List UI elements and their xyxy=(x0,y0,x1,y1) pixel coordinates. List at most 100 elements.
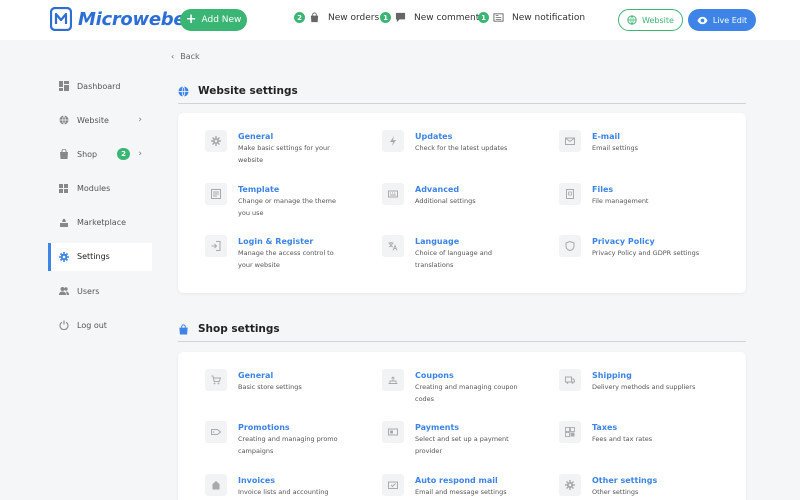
microweber-logo-icon xyxy=(50,7,72,31)
settings-item-language[interactable]: Language Choice of language and translati… xyxy=(382,235,527,271)
settings-item-files[interactable]: Files File management xyxy=(559,183,704,207)
shop-settings-card: General Basic store settings Coupons Creat… xyxy=(178,352,746,500)
item-desc: Privacy Policy and GDPR settings xyxy=(592,249,700,257)
item-title: General xyxy=(238,371,274,380)
item-title: Auto respond mail xyxy=(415,476,498,485)
website-button[interactable]: Website xyxy=(618,9,683,31)
login-icon xyxy=(211,241,221,251)
keyboard-icon xyxy=(388,190,398,198)
payment-icon xyxy=(388,428,398,436)
item-desc: File management xyxy=(592,197,649,205)
new-notification-notification[interactable]: 1 New notification xyxy=(478,12,585,23)
item-title: General xyxy=(238,132,274,141)
sidebar-item-modules[interactable]: Modules xyxy=(48,175,152,203)
shop-item-general[interactable]: General Basic store settings xyxy=(205,369,350,393)
shop-item-invoices[interactable]: Invoices Invoice lists and accounting xyxy=(205,474,350,498)
logo[interactable]: Microweber xyxy=(50,7,194,31)
sidebar-item-label: Marketplace xyxy=(77,218,127,228)
sidebar-item-label: Users xyxy=(77,286,100,296)
settings-item-template[interactable]: Template Change or manage the theme you u… xyxy=(205,183,350,219)
marketplace-icon xyxy=(60,218,68,227)
settings-item-advanced[interactable]: Advanced Additional settings xyxy=(382,183,527,207)
website-label: Website xyxy=(642,15,674,25)
cart-icon xyxy=(211,375,221,385)
globe-icon xyxy=(627,15,637,25)
sidebar-item-log-out[interactable]: Log out xyxy=(48,311,152,339)
chevron-left-icon: ‹ xyxy=(171,52,175,61)
new-comment-notification[interactable]: 1 New comment xyxy=(380,12,479,23)
flash-icon xyxy=(390,136,396,146)
item-title: E-mail xyxy=(592,132,621,141)
item-title: Template xyxy=(238,185,280,194)
coupon-icon xyxy=(388,376,398,384)
sidebar-item-settings[interactable]: Settings xyxy=(48,242,152,271)
comment-icon xyxy=(395,12,406,23)
shield-icon xyxy=(565,241,575,251)
back-label: Back xyxy=(180,52,200,61)
item-desc: Additional settings xyxy=(415,197,476,205)
sidebar-item-dashboard[interactable]: Dashboard xyxy=(48,72,152,100)
logo-text: Microweber xyxy=(78,8,194,30)
item-desc: Check for the latest updates xyxy=(415,144,508,152)
shop-item-shipping[interactable]: Shipping Delivery methods and suppliers xyxy=(559,369,704,393)
shop-count-badge: 2 xyxy=(117,148,130,161)
item-desc: Choice of language and translations xyxy=(415,249,492,269)
sidebar-item-shop[interactable]: Shop 2 › xyxy=(48,140,152,168)
shop-item-other-settings[interactable]: Other settings Other settings xyxy=(559,474,704,498)
top-header: Microweber + Add New 2 New orders 1 New … xyxy=(0,0,800,40)
settings-item-privacy-policy[interactable]: Privacy Policy Privacy Policy and GDPR se… xyxy=(559,235,704,259)
gear-icon xyxy=(211,136,221,146)
item-desc: Email settings xyxy=(592,144,639,152)
shop-item-promotions[interactable]: Promotions Creating and managing promo ca… xyxy=(205,421,350,457)
item-desc: Other settings xyxy=(592,488,639,496)
shop-item-payments[interactable]: Payments Select and set up a payment prov… xyxy=(382,421,527,457)
website-settings-title: Website settings xyxy=(198,85,298,97)
website-settings-heading: Website settings xyxy=(178,85,298,97)
settings-item-updates[interactable]: Updates Check for the latest updates xyxy=(382,130,527,154)
gear-icon xyxy=(59,251,69,262)
sidebar-item-marketplace[interactable]: Marketplace xyxy=(48,209,152,237)
settings-item-general[interactable]: General Make basic settings for your webs… xyxy=(205,130,350,166)
new-comment-label: New comment xyxy=(414,12,480,23)
gear-icon xyxy=(565,480,575,490)
sidebar-item-label: Log out xyxy=(77,320,107,330)
plus-icon: + xyxy=(185,12,197,27)
email-icon xyxy=(565,137,575,145)
shop-item-auto-respond-mail[interactable]: Auto respond mail Email and message setti… xyxy=(382,474,527,498)
add-new-button[interactable]: + Add New xyxy=(180,9,247,31)
sidebar-item-users[interactable]: Users xyxy=(48,277,152,305)
item-title: Invoices xyxy=(238,476,276,485)
shop-settings-heading: Shop settings xyxy=(178,323,280,335)
item-title: Files xyxy=(592,185,614,194)
item-title: Other settings xyxy=(592,476,658,485)
files-icon xyxy=(566,189,574,199)
new-orders-notification[interactable]: 2 New orders xyxy=(294,12,379,23)
notification-count-badge: 1 xyxy=(478,12,489,23)
shop-item-taxes[interactable]: Taxes Fees and tax rates xyxy=(559,421,704,445)
item-desc: Creating and managing promo campaigns xyxy=(238,435,338,455)
item-desc: Invoice lists and accounting xyxy=(238,488,329,496)
item-desc: Manage the access control to your websit… xyxy=(238,249,334,269)
sidebar-item-label: Settings xyxy=(77,252,110,262)
shop-item-coupons[interactable]: Coupons Creating and managing coupon code… xyxy=(382,369,527,405)
back-link[interactable]: ‹ Back xyxy=(171,52,200,61)
shopping-bag-icon xyxy=(60,149,68,160)
taxes-icon xyxy=(565,427,575,437)
template-icon xyxy=(211,189,221,199)
item-desc: Email and message settings xyxy=(415,488,507,496)
item-title: Promotions xyxy=(238,423,290,432)
live-edit-button[interactable]: Live Edit xyxy=(688,9,756,31)
sidebar-item-label: Shop xyxy=(77,149,98,159)
website-settings-card: General Make basic settings for your webs… xyxy=(178,113,746,293)
shop-settings-title: Shop settings xyxy=(198,323,280,335)
settings-item-email[interactable]: E-mail Email settings xyxy=(559,130,704,154)
settings-item-login-register[interactable]: Login & Register Manage the access contro… xyxy=(205,235,350,271)
sidebar-item-label: Modules xyxy=(77,184,111,194)
sidebar-item-website[interactable]: Website › xyxy=(48,106,152,134)
item-title: Coupons xyxy=(415,371,454,380)
item-desc: Make basic settings for your website xyxy=(238,144,330,164)
item-title: Taxes xyxy=(592,423,618,432)
orders-count-badge: 2 xyxy=(294,12,305,23)
globe-icon xyxy=(178,85,189,97)
mail-check-icon xyxy=(388,481,398,489)
